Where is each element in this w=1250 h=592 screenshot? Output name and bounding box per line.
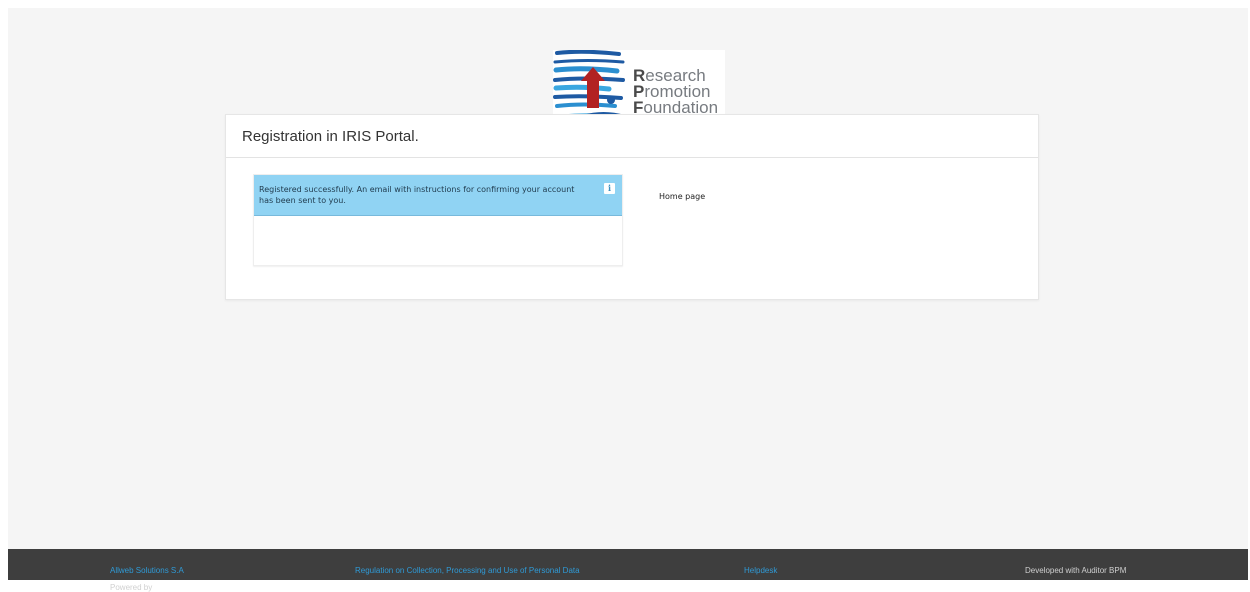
logo-stripes-icon: [553, 50, 629, 119]
developed-with-text: Developed with Auditor BPM: [1025, 566, 1127, 575]
alert-message: Registered successfully. An email with i…: [259, 185, 575, 205]
info-icon[interactable]: i: [604, 183, 615, 194]
powered-by-label: Powered by: [110, 583, 153, 592]
card-header: Registration in IRIS Portal.: [226, 115, 1038, 158]
logo-wordmark: Research Promotion Foundation: [633, 66, 719, 117]
home-page-link[interactable]: Home page: [659, 192, 705, 201]
helpdesk-link[interactable]: Helpdesk: [744, 566, 777, 575]
message-panel: Registered successfully. An email with i…: [253, 174, 623, 266]
rpf-logo: Research Promotion Foundation: [553, 50, 725, 122]
allweb-link[interactable]: Allweb Solutions S.A: [110, 566, 184, 575]
success-alert: Registered successfully. An email with i…: [254, 175, 622, 216]
footer: Powered by Allweb Solutions S.A Regulati…: [8, 549, 1248, 592]
powered-by-text: Powered by Allweb Solutions S.A: [110, 566, 184, 592]
privacy-regulation-link[interactable]: Regulation on Collection, Processing and…: [355, 566, 580, 575]
registration-card: Registration in IRIS Portal. Registered …: [225, 114, 1039, 300]
page-title: Registration in IRIS Portal.: [242, 127, 419, 145]
